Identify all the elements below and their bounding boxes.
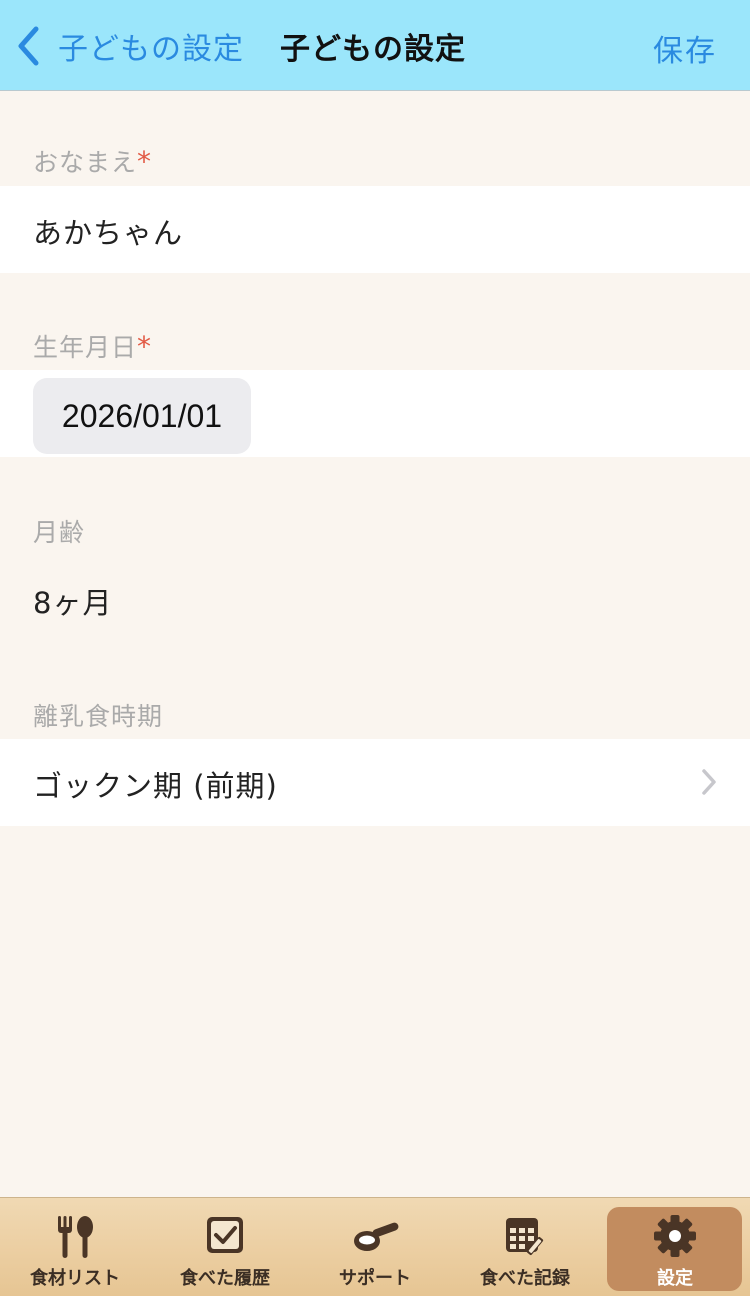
birthday-label-text: 生年月日 (33, 333, 138, 362)
tab-ingredient-list[interactable]: 食材リスト (0, 1198, 150, 1296)
back-button[interactable]: 子どもの設定 (14, 20, 244, 72)
weaning-stage-value: ゴックン期 (前期) (33, 769, 278, 803)
birthday-required-mark: * (137, 330, 153, 363)
chevron-left-icon (18, 26, 39, 66)
name-label: おなまえ* (33, 143, 152, 179)
birthday-date-picker[interactable]: 2026/01/01 (33, 378, 251, 454)
chevron-right-icon (702, 769, 716, 795)
name-field[interactable]: あかちゃん (0, 186, 750, 273)
name-label-text: おなまえ (33, 148, 138, 177)
gear-icon (654, 1215, 696, 1257)
save-button[interactable]: 保存 (653, 26, 717, 70)
navigation-bar: 子どもの設定 子どもの設定 保存 (0, 0, 750, 91)
birthday-row: 2026/01/01 (0, 370, 750, 457)
tab-eaten-history[interactable]: 食べた履歴 (150, 1198, 300, 1296)
page-title: 子どもの設定 (280, 32, 466, 67)
tab-support-label: サポート (339, 1268, 411, 1289)
age-label: 月齢 (33, 518, 86, 547)
spoon-icon (354, 1222, 399, 1251)
tab-settings-label: 設定 (657, 1268, 693, 1289)
tab-eaten-record[interactable]: 食べた記録 (450, 1198, 600, 1296)
tab-bar: 食材リスト 食べた履歴 サポート 食べた記録 設定 (0, 1197, 750, 1296)
name-value[interactable]: あかちゃん (33, 210, 183, 252)
fork-spoon-icon (58, 1216, 93, 1258)
tab-eaten-record-label: 食べた記録 (480, 1268, 570, 1289)
tab-settings[interactable]: 設定 (600, 1198, 750, 1296)
tab-eaten-history-label: 食べた履歴 (180, 1268, 270, 1289)
age-value: 8ヶ月 (33, 586, 113, 620)
calendar-pencil-icon (506, 1218, 544, 1255)
checkbox-icon (207, 1217, 243, 1253)
birthday-label: 生年月日* (33, 328, 152, 364)
back-button-label: 子どもの設定 (58, 32, 244, 67)
weaning-stage-label: 離乳食時期 (33, 702, 164, 731)
tab-support[interactable]: サポート (300, 1198, 450, 1296)
tab-ingredient-list-label: 食材リスト (30, 1268, 120, 1289)
name-required-mark: * (137, 145, 153, 178)
weaning-stage-row[interactable]: ゴックン期 (前期) (0, 739, 750, 826)
